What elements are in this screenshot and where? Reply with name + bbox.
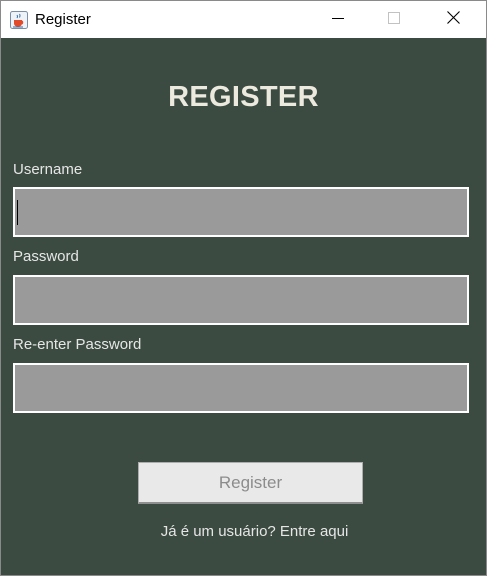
login-link[interactable]: Já é um usuário? Entre aqui [1, 523, 486, 540]
close-icon [446, 10, 460, 29]
maximize-button[interactable] [371, 1, 417, 38]
username-field[interactable] [13, 187, 469, 237]
register-button[interactable]: Register [138, 462, 363, 504]
page-title: REGISTER [168, 81, 319, 113]
close-button[interactable] [430, 1, 476, 38]
reenter-password-field[interactable] [13, 363, 469, 413]
minimize-button[interactable] [315, 1, 361, 38]
username-label: Username [13, 161, 83, 178]
minimize-icon [332, 11, 344, 29]
java-cup-icon [10, 11, 28, 29]
title-bar[interactable]: Register [1, 1, 486, 38]
window-title: Register [35, 11, 91, 28]
password-label: Password [13, 248, 79, 265]
password-field[interactable] [13, 275, 469, 325]
reenter-password-label: Re-enter Password [13, 336, 142, 353]
maximize-icon [388, 11, 400, 29]
text-caret [17, 200, 18, 225]
register-window: Register REGISTER Username Password Re-e… [0, 0, 487, 576]
